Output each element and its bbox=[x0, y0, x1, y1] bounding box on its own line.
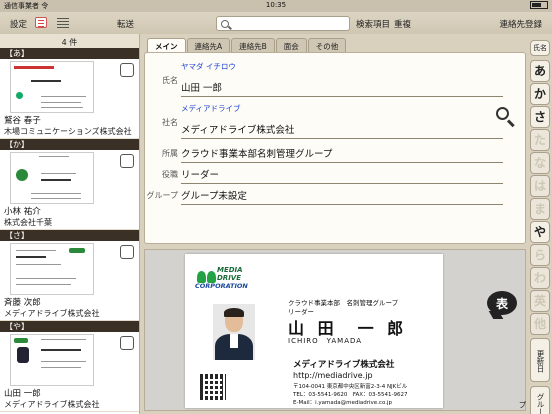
list-item[interactable]: 山田 一郎 メディアドライブ株式会社 bbox=[0, 332, 139, 412]
detail-tabs: メイン 連絡先A 連絡先B 面会 その他 bbox=[147, 38, 347, 52]
duplicate-button[interactable]: 重複 bbox=[394, 18, 411, 30]
index-ra[interactable]: ら bbox=[530, 244, 550, 266]
card-url: http://mediadrive.jp bbox=[293, 371, 373, 380]
index-other[interactable]: 他 bbox=[530, 313, 550, 335]
card-address: 〒104-0041 東京都中央区新富2-3-4 NJKビル TEL：03-554… bbox=[293, 384, 408, 406]
card-image-panel: MEDIA DRIVE CORPORATION クラウド事業本部 名刺管理グルー… bbox=[144, 249, 526, 411]
register-contact-button[interactable]: 連絡先登録 bbox=[499, 18, 542, 30]
contact-name: 鷲谷 春子 bbox=[4, 116, 41, 126]
search-box[interactable] bbox=[216, 16, 350, 31]
toolbar: 設定 転送 検索項目 重複 連絡先登録 bbox=[0, 12, 552, 34]
tab-meeting[interactable]: 面会 bbox=[275, 38, 307, 52]
tab-contact-b[interactable]: 連絡先B bbox=[231, 38, 275, 52]
search-icon bbox=[221, 19, 229, 28]
name-label: 氏名 bbox=[162, 76, 178, 85]
battery-icon bbox=[530, 1, 548, 9]
title-label: 役職 bbox=[162, 170, 178, 179]
index-wa[interactable]: わ bbox=[530, 267, 550, 289]
index-sa[interactable]: さ bbox=[530, 106, 550, 128]
flip-card-button[interactable]: 表 bbox=[487, 291, 517, 319]
search-field-button[interactable]: 検索項目 bbox=[356, 18, 390, 30]
name-ruby: ヤマダ イチロウ bbox=[181, 62, 236, 71]
tab-main[interactable]: メイン bbox=[147, 38, 186, 52]
index-update-date[interactable]: 更新日 bbox=[530, 338, 550, 382]
status-bar: 通信事業者 令 10:35 bbox=[0, 0, 552, 12]
clock: 10:35 bbox=[265, 1, 287, 9]
index-bar: 氏名 あ か さ た な は ま や ら わ 英 他 更新日 グループ bbox=[518, 38, 552, 414]
section-header: 【や】 bbox=[0, 321, 139, 332]
logo-text: MEDIA DRIVE CORPORATION bbox=[195, 266, 248, 290]
group-value[interactable]: グループ未設定 bbox=[181, 188, 503, 205]
select-checkbox[interactable] bbox=[120, 154, 134, 168]
tab-contact-a[interactable]: 連絡先A bbox=[186, 38, 231, 52]
department-label: 所属 bbox=[162, 149, 178, 158]
card-thumbnail bbox=[10, 152, 94, 204]
index-ya[interactable]: や bbox=[530, 221, 550, 243]
tab-other[interactable]: その他 bbox=[307, 38, 347, 52]
select-checkbox[interactable] bbox=[120, 245, 134, 259]
company-field[interactable]: メディアドライブ 社名 メディアドライブ株式会社 bbox=[145, 103, 505, 139]
contact-name: 山田 一郎 bbox=[4, 389, 41, 399]
contact-name: 斉藤 次郎 bbox=[4, 298, 41, 308]
qr-code bbox=[200, 374, 226, 400]
company-value[interactable]: メディアドライブ株式会社 bbox=[181, 122, 503, 139]
contact-company: メディアドライブ株式会社 bbox=[4, 309, 100, 318]
index-ka[interactable]: か bbox=[530, 83, 550, 105]
list-item[interactable]: 小林 祐介 株式会社千葉 bbox=[0, 150, 139, 230]
index-name-sort[interactable]: 氏名 bbox=[530, 40, 550, 56]
section-header: 【さ】 bbox=[0, 230, 139, 241]
index-ta[interactable]: た bbox=[530, 129, 550, 151]
department-field[interactable]: 所属 クラウド事業本部名刺管理グループ bbox=[145, 146, 505, 163]
section-header: 【か】 bbox=[0, 139, 139, 150]
list-item[interactable]: 斉藤 次郎 メディアドライブ株式会社 bbox=[0, 241, 139, 321]
card-thumbnail bbox=[10, 61, 94, 113]
index-ha[interactable]: は bbox=[530, 175, 550, 197]
contact-company: 株式会社千葉 bbox=[4, 218, 52, 227]
card-name-roman: ICHIRO YAMADA bbox=[288, 337, 363, 345]
select-checkbox[interactable] bbox=[120, 63, 134, 77]
contact-company: 木場コミュニケーションズ株式会社 bbox=[4, 127, 132, 136]
group-label: グループ bbox=[146, 191, 178, 200]
contact-count: 4 件 bbox=[0, 34, 139, 48]
title-value[interactable]: リーダー bbox=[181, 167, 503, 184]
card-view-icon[interactable] bbox=[35, 17, 47, 28]
index-group[interactable]: グループ bbox=[518, 386, 550, 414]
index-na[interactable]: な bbox=[530, 152, 550, 174]
company-ruby: メディアドライブ bbox=[181, 104, 241, 113]
battery-indicator bbox=[530, 1, 548, 9]
index-a[interactable]: あ bbox=[530, 60, 550, 82]
zoom-icon[interactable] bbox=[496, 107, 516, 128]
contact-name: 小林 祐介 bbox=[4, 207, 41, 217]
card-thumbnail bbox=[10, 243, 94, 295]
contact-list: 4 件 【あ】 鷲谷 春子 木場コミュニケーションズ株式会社 【か】 小林 祐介… bbox=[0, 34, 140, 414]
name-field[interactable]: ヤマダ イチロウ 氏名 山田 一郎 bbox=[145, 61, 505, 97]
group-field[interactable]: グループ グループ未設定 bbox=[145, 188, 505, 205]
card-thumbnail bbox=[10, 334, 94, 386]
business-card-image[interactable]: MEDIA DRIVE CORPORATION クラウド事業本部 名刺管理グルー… bbox=[185, 254, 443, 408]
company-label: 社名 bbox=[162, 118, 178, 127]
forward-button[interactable]: 転送 bbox=[117, 18, 134, 30]
select-checkbox[interactable] bbox=[120, 336, 134, 350]
index-eng[interactable]: 英 bbox=[530, 290, 550, 312]
detail-panel: ヤマダ イチロウ 氏名 山田 一郎 メディアドライブ 社名 メディアドライブ株式… bbox=[144, 52, 526, 244]
contact-company: メディアドライブ株式会社 bbox=[4, 400, 100, 409]
portrait-photo bbox=[213, 304, 255, 360]
list-item[interactable]: 鷲谷 春子 木場コミュニケーションズ株式会社 bbox=[0, 59, 139, 139]
section-header: 【あ】 bbox=[0, 48, 139, 59]
list-view-icon[interactable] bbox=[57, 17, 69, 28]
index-ma[interactable]: ま bbox=[530, 198, 550, 220]
settings-button[interactable]: 設定 bbox=[10, 18, 27, 30]
search-input[interactable] bbox=[235, 19, 345, 28]
name-value[interactable]: 山田 一郎 bbox=[181, 80, 503, 97]
department-value[interactable]: クラウド事業本部名刺管理グループ bbox=[181, 146, 503, 163]
title-field[interactable]: 役職 リーダー bbox=[145, 167, 505, 184]
card-company: メディアドライブ株式会社 bbox=[293, 360, 395, 370]
